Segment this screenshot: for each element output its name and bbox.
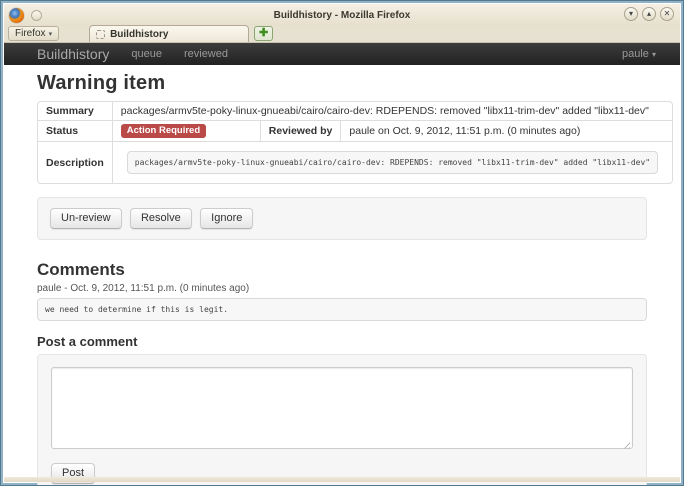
summary-value: packages/armv5te-poky-linux-gnueabi/cair… — [112, 102, 672, 120]
resolve-button[interactable]: Resolve — [130, 208, 192, 229]
ignore-button[interactable]: Ignore — [200, 208, 253, 229]
tab-strip: Firefox ▾ Buildhistory ✚ — [4, 26, 680, 43]
close-icon[interactable]: ✕ — [660, 7, 674, 21]
warning-details-table: Summary packages/armv5te-poky-linux-gnue… — [37, 101, 673, 184]
table-row-description: Description packages/armv5te-poky-linux-… — [38, 141, 672, 183]
un-review-button[interactable]: Un-review — [50, 208, 122, 229]
firefox-menu-label: Firefox — [15, 28, 46, 39]
post-comment-heading: Post a comment — [37, 334, 647, 349]
window-title: Buildhistory - Mozilla Firefox — [4, 10, 680, 21]
comment-item: paule - Oct. 9, 2012, 11:51 p.m. (0 minu… — [37, 283, 647, 321]
description-cell: packages/armv5te-poky-linux-gnueabi/cair… — [112, 141, 672, 183]
maximize-icon[interactable]: ▴ — [642, 7, 656, 21]
caret-down-icon: ▾ — [652, 50, 656, 59]
tab-favicon-placeholder-icon — [96, 30, 105, 39]
actions-well: Un-review Resolve Ignore — [37, 197, 647, 240]
comments-heading: Comments — [37, 260, 647, 280]
window-titlebar: Buildhistory - Mozilla Firefox ▾ ▴ ✕ — [4, 4, 680, 26]
tab-title: Buildhistory — [110, 29, 168, 40]
comment-textarea-wrap — [51, 367, 633, 454]
firefox-menu-button[interactable]: Firefox ▾ — [8, 26, 59, 41]
summary-label: Summary — [38, 102, 112, 120]
browser-window: Buildhistory - Mozilla Firefox ▾ ▴ ✕ Fir… — [0, 0, 684, 486]
user-menu[interactable]: paule ▾ — [622, 48, 656, 60]
page-content: Warning item Summary packages/armv5te-po… — [1, 65, 683, 486]
status-badge: Action Required — [121, 124, 206, 138]
reviewed-by-value: paule on Oct. 9, 2012, 11:51 p.m. (0 min… — [340, 120, 672, 141]
new-tab-button[interactable]: ✚ — [254, 26, 273, 41]
description-label: Description — [38, 141, 112, 183]
table-row-summary: Summary packages/armv5te-poky-linux-gnue… — [38, 102, 672, 120]
description-code-block: packages/armv5te-poky-linux-gnueabi/cair… — [127, 151, 658, 174]
page-title: Warning item — [37, 72, 647, 95]
comment-textarea[interactable] — [51, 367, 633, 449]
user-menu-label: paule — [622, 48, 649, 60]
window-bottom-edge — [4, 477, 680, 482]
nav-link-reviewed[interactable]: reviewed — [184, 48, 228, 60]
navbar-brand[interactable]: Buildhistory — [37, 46, 109, 62]
status-cell: Action Required — [112, 120, 260, 141]
reviewed-by-label: Reviewed by — [260, 120, 341, 141]
nav-link-queue[interactable]: queue — [131, 48, 162, 60]
comment-body: we need to determine if this is legit. — [37, 298, 647, 321]
comment-meta: paule - Oct. 9, 2012, 11:51 p.m. (0 minu… — [37, 283, 647, 294]
app-navbar: Buildhistory queue reviewed paule ▾ — [4, 43, 680, 65]
status-label: Status — [38, 120, 112, 141]
minimize-icon[interactable]: ▾ — [624, 7, 638, 21]
tab-buildhistory[interactable]: Buildhistory — [89, 25, 249, 42]
table-row-status: Status Action Required Reviewed by paule… — [38, 120, 672, 141]
window-controls: ▾ ▴ ✕ — [624, 7, 674, 21]
post-comment-well: Post — [37, 354, 647, 486]
chevron-down-icon: ▾ — [49, 30, 53, 38]
